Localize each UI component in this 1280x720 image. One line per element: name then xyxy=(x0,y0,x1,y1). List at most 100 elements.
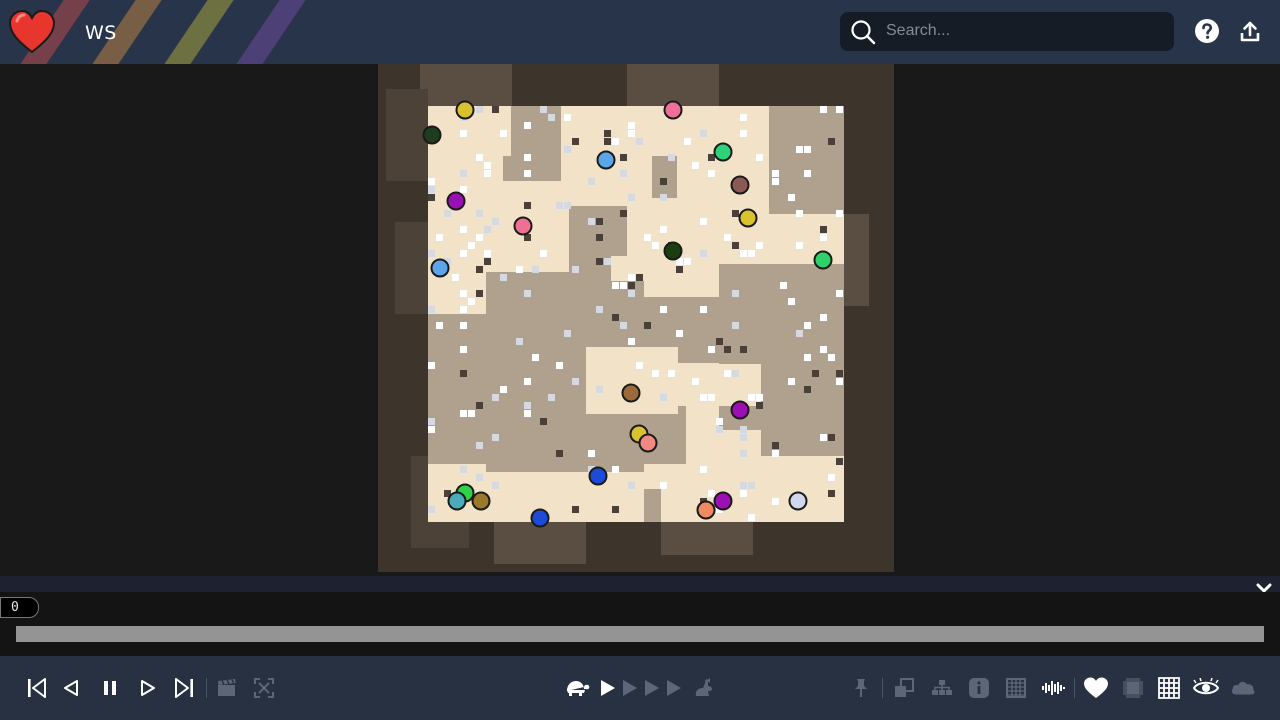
terrain-pixel xyxy=(828,354,835,361)
terrain-pixel xyxy=(460,130,467,137)
timeline-scrubber[interactable] xyxy=(16,626,1264,642)
terrain-pixel xyxy=(796,146,803,153)
terrain-pixel xyxy=(804,146,811,153)
step-back-icon[interactable] xyxy=(58,676,84,700)
terrain-pixel xyxy=(460,466,467,473)
terrain-pixel xyxy=(620,322,627,329)
terrain-pixel xyxy=(588,450,595,457)
terrain-pixel xyxy=(460,226,467,233)
agent-creature xyxy=(638,433,658,453)
terrain-pixel xyxy=(820,314,827,321)
tree-icon[interactable] xyxy=(929,676,955,700)
skip-to-end-icon[interactable] xyxy=(171,676,197,700)
terrain-pixel xyxy=(612,138,619,145)
fullscreen-icon[interactable] xyxy=(251,676,277,700)
terrain-pixel xyxy=(628,338,635,345)
cloud-icon[interactable] xyxy=(1230,676,1256,700)
terrain-border xyxy=(420,64,512,106)
terrain-pixel xyxy=(532,266,539,273)
upload-share-icon[interactable] xyxy=(1239,20,1261,44)
agent-creature xyxy=(663,241,683,261)
toolbar-divider xyxy=(1074,678,1075,698)
terrain-pixel xyxy=(548,394,555,401)
pin-icon[interactable] xyxy=(848,676,874,700)
heart-logo-icon[interactable] xyxy=(8,8,56,56)
step-forward-icon[interactable] xyxy=(135,676,161,700)
help-icon[interactable] xyxy=(1194,18,1220,44)
world-canvas[interactable] xyxy=(378,64,894,572)
search-box[interactable] xyxy=(840,12,1174,51)
agent-creature xyxy=(730,400,750,420)
turtle-slow-icon[interactable] xyxy=(564,676,590,700)
info-icon[interactable] xyxy=(966,676,992,700)
terrain-border xyxy=(661,522,753,555)
terrain-pixel xyxy=(476,402,483,409)
terrain-pixel xyxy=(596,258,603,265)
simulation-stage xyxy=(0,64,1280,576)
grid-icon[interactable] xyxy=(1156,676,1182,700)
terrain-pixel xyxy=(660,482,667,489)
blur-icon[interactable] xyxy=(1120,676,1146,700)
terrain-pixel xyxy=(540,106,547,113)
dark-sand-region xyxy=(644,489,661,522)
search-icon xyxy=(851,20,876,45)
record-icon[interactable] xyxy=(214,676,240,700)
sand-pocket xyxy=(703,214,769,264)
eye-icon[interactable] xyxy=(1193,676,1219,700)
heart-icon[interactable] xyxy=(1083,676,1109,700)
rabbit-fast-icon[interactable] xyxy=(690,676,716,700)
terrain-pixel xyxy=(428,426,435,433)
agent-creature xyxy=(621,383,641,403)
terrain-pixel xyxy=(460,250,467,257)
audio-icon[interactable] xyxy=(1040,676,1066,700)
terrain-pixel xyxy=(500,130,507,137)
terrain-pixel xyxy=(524,170,531,177)
pause-icon[interactable] xyxy=(97,676,123,700)
speed-4-icon[interactable] xyxy=(660,676,686,700)
game-world[interactable] xyxy=(378,64,894,572)
terrain-pixel xyxy=(572,506,579,513)
grid-dense-icon[interactable] xyxy=(1003,676,1029,700)
terrain-pixel xyxy=(620,282,627,289)
terrain-pixel xyxy=(732,242,739,249)
terrain-pixel xyxy=(700,466,707,473)
terrain-pixel xyxy=(468,298,475,305)
terrain-pixel xyxy=(692,162,699,169)
terrain-pixel xyxy=(836,106,843,113)
terrain-pixel xyxy=(436,322,443,329)
terrain-pixel xyxy=(836,378,843,385)
agent-creature xyxy=(663,100,683,120)
terrain-pixel xyxy=(804,322,811,329)
terrain-pixel xyxy=(676,330,683,337)
terrain-pixel xyxy=(756,154,763,161)
skip-to-start-icon[interactable] xyxy=(24,676,50,700)
terrain-pixel xyxy=(492,434,499,441)
terrain-pixel xyxy=(660,226,667,233)
terrain-pixel xyxy=(524,378,531,385)
terrain-pixel xyxy=(828,434,835,441)
terrain-pixel xyxy=(596,386,603,393)
terrain-pixel xyxy=(748,250,755,257)
terrain-pixel xyxy=(492,394,499,401)
terrain-pixel xyxy=(756,242,763,249)
frame-counter: 0 xyxy=(0,597,39,618)
terrain-pixel xyxy=(612,314,619,321)
terrain-pixel xyxy=(700,394,707,401)
timeline-collapse-bar xyxy=(0,576,1280,592)
terrain-pixel xyxy=(652,242,659,249)
terrain-pixel xyxy=(460,306,467,313)
terrain-pixel xyxy=(556,202,563,209)
terrain-pixel xyxy=(628,282,635,289)
terrain-pixel xyxy=(628,482,635,489)
terrain-pixel xyxy=(524,410,531,417)
agent-creature xyxy=(471,491,491,511)
overlay-icon[interactable] xyxy=(891,676,917,700)
terrain-pixel xyxy=(604,258,611,265)
terrain-pixel xyxy=(708,490,715,497)
terrain-pixel xyxy=(628,130,635,137)
search-input[interactable] xyxy=(886,20,1156,42)
terrain-pixel xyxy=(740,490,747,497)
terrain-pixel xyxy=(428,362,435,369)
terrain-pixel xyxy=(820,234,827,241)
agent-creature xyxy=(813,250,833,270)
